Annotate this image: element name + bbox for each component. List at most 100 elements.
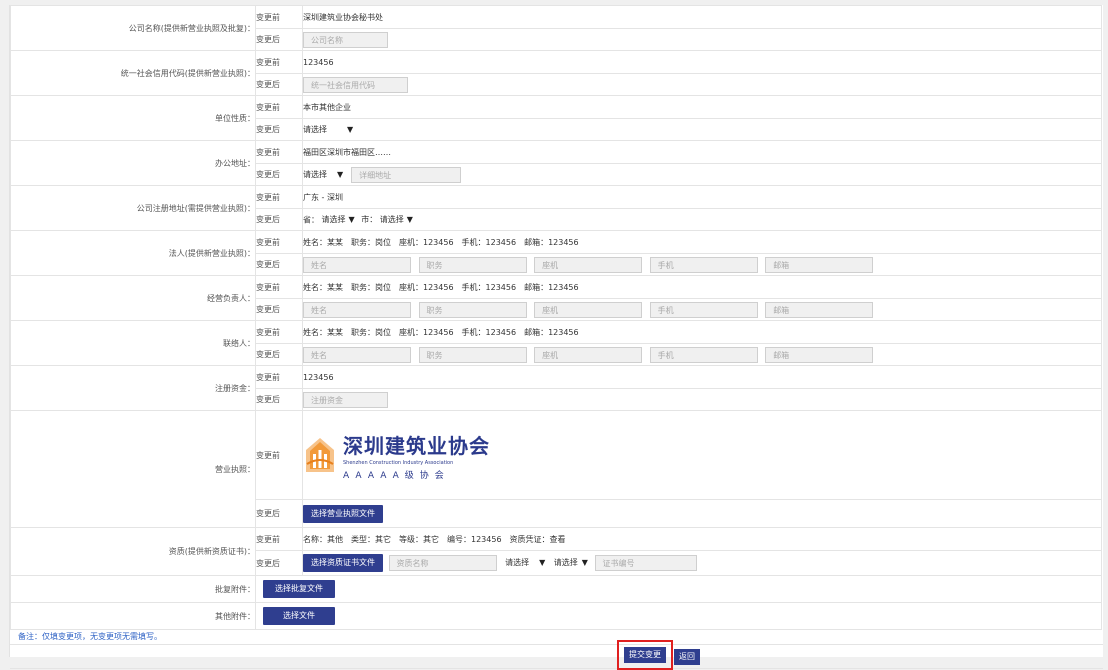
change-form-table: 公司名称(提供新营业执照及批复)： 变更前 深圳建筑业协会秘书处 变更后 公司名… — [10, 5, 1102, 630]
qualification-before-value: 名称：其他 类型：其它 等级：其它 编号：123456 资质凭证：查看 — [302, 527, 1102, 551]
before-label: 变更前 — [255, 230, 303, 254]
select-license-file-button[interactable]: 选择营业执照文件 — [303, 504, 383, 523]
province-select[interactable]: 请选择 ▼ — [322, 213, 355, 227]
reg-address-before-row: 公司注册地址(需提供营业执照)： 变更前 广东 - 深圳 — [10, 185, 1102, 231]
office-address-before-value: 福田区深圳市福田区…… — [302, 140, 1102, 164]
before-label: 变更前 — [255, 527, 303, 551]
before-label: 变更前 — [255, 140, 303, 164]
chevron-down-icon: ▼ — [539, 558, 546, 567]
before-label: 变更前 — [255, 410, 303, 500]
legal-name-input[interactable]: 姓名 — [303, 256, 411, 273]
contact-email-input[interactable]: 邮箱 — [765, 346, 874, 363]
company-name-before-value: 深圳建筑业协会秘书处 — [302, 5, 1102, 29]
contact-phone-input[interactable]: 座机 — [534, 346, 643, 363]
manager-mobile-input[interactable]: 手机 — [649, 301, 758, 318]
change-form-page: 公司名称(提供新营业执照及批复)： 变更前 深圳建筑业协会秘书处 变更后 公司名… — [9, 5, 1103, 670]
legal-person-before-row: 法人(提供新营业执照)： 变更前 姓名：某某 职务：岗位 座机：123456 手… — [10, 230, 1102, 276]
logo-grade: AAAAA级协会 — [343, 470, 450, 481]
chevron-down-icon: ▼ — [337, 169, 344, 179]
approval-label: 批复附件： — [10, 575, 256, 603]
select-value: 请选择 — [553, 558, 578, 567]
qualification-type-select[interactable]: 请选择 ▼ — [505, 556, 545, 570]
select-value: 请选择 — [303, 124, 327, 134]
other-attachment-row: 其他附件： 选择文件 — [10, 602, 1102, 630]
contact-before-value: 姓名：某某 职务：岗位 座机：123456 手机：123456 邮箱：12345… — [302, 320, 1102, 344]
reg-address-before-value: 广东 - 深圳 — [302, 185, 1102, 209]
credit-code-label: 统一社会信用代码(提供新营业执照)： — [10, 50, 256, 96]
before-label: 变更前 — [255, 320, 303, 344]
unit-nature-before-value: 本市其他企业 — [302, 95, 1102, 119]
select-approval-file-button[interactable]: 选择批复文件 — [263, 580, 335, 598]
company-name-input[interactable]: 公司名称 — [303, 31, 388, 48]
license-label: 营业执照： — [10, 410, 256, 528]
company-name-label: 公司名称(提供新营业执照及批复)： — [10, 5, 256, 51]
unit-nature-select[interactable]: 请选择 ▼ — [303, 123, 353, 137]
contact-mobile-input[interactable]: 手机 — [649, 346, 758, 363]
select-value: 请选择 — [379, 214, 404, 224]
unit-nature-label: 单位性质： — [10, 95, 256, 141]
select-other-file-button[interactable]: 选择文件 — [263, 607, 335, 625]
qualification-before-row: 资质(提供新资质证书)： 变更前 名称：其他 类型：其它 等级：其它 编号：12… — [10, 527, 1102, 576]
credit-code-input[interactable]: 统一社会信用代码 — [303, 76, 408, 93]
reg-capital-input[interactable]: 注册资金 — [303, 391, 388, 408]
office-detail-input[interactable]: 详细地址 — [351, 166, 462, 183]
submit-change-button[interactable]: 提交变更 — [624, 647, 666, 663]
approval-row: 批复附件： 选择批复文件 — [10, 575, 1102, 603]
logo-subtitle: Shenzhen Construction Industry Associati… — [343, 459, 454, 466]
before-label: 变更前 — [255, 275, 303, 299]
manager-title-input[interactable]: 职务 — [418, 301, 527, 318]
qualification-label: 资质(提供新资质证书)： — [10, 527, 256, 576]
contact-name-input[interactable]: 姓名 — [303, 346, 411, 363]
other-attachment-label: 其他附件： — [10, 602, 256, 630]
legal-email-input[interactable]: 邮箱 — [765, 256, 874, 273]
credit-code-before-row: 统一社会信用代码(提供新营业执照)： 变更前 123456 — [10, 50, 1102, 96]
contact-before-row: 联络人： 变更前 姓名：某某 职务：岗位 座机：123456 手机：123456… — [10, 320, 1102, 366]
after-label: 变更后 — [255, 343, 303, 366]
after-label: 变更后 — [255, 208, 303, 231]
credit-code-before-value: 123456 — [302, 50, 1102, 74]
certificate-number-input[interactable]: 证书编号 — [594, 555, 697, 571]
contact-title-input[interactable]: 职务 — [418, 346, 527, 363]
office-address-label: 办公地址： — [10, 140, 256, 186]
legal-title-input[interactable]: 职务 — [418, 256, 527, 273]
after-label: 变更后 — [255, 550, 303, 576]
office-address-before-row: 办公地址： 变更前 福田区深圳市福田区…… — [10, 140, 1102, 186]
city-label: 市： — [361, 215, 378, 224]
select-qualification-file-button[interactable]: 选择资质证书文件 — [303, 554, 383, 572]
after-label: 变更后 — [255, 163, 303, 186]
before-label: 变更前 — [255, 185, 303, 209]
before-label: 变更前 — [255, 50, 303, 74]
city-select[interactable]: 请选择 ▼ — [380, 213, 413, 227]
after-label: 变更后 — [255, 298, 303, 321]
license-image: 深圳建筑业协会 Shenzhen Construction Industry A… — [302, 410, 1102, 500]
after-label: 变更后 — [255, 499, 303, 528]
after-label: 变更后 — [255, 28, 303, 51]
unit-nature-before-row: 单位性质： 变更前 本市其他企业 — [10, 95, 1102, 141]
chevron-down-icon: ▼ — [406, 214, 413, 224]
select-value: 请选择 — [303, 169, 327, 179]
reg-address-label: 公司注册地址(需提供营业执照)： — [10, 185, 256, 231]
legal-phone-input[interactable]: 座机 — [534, 256, 643, 273]
qualification-name-input[interactable]: 资质名称 — [388, 555, 497, 571]
legal-mobile-input[interactable]: 手机 — [649, 256, 758, 273]
reg-capital-label: 注册资金： — [10, 365, 256, 411]
qualification-level-select[interactable]: 请选择 ▼ — [554, 556, 588, 570]
manager-name-input[interactable]: 姓名 — [303, 301, 411, 318]
reg-capital-before-row: 注册资金： 变更前 123456 — [10, 365, 1102, 411]
office-district-select[interactable]: 请选择 ▼ — [303, 168, 343, 182]
manager-before-row: 经营负责人： 变更前 姓名：某某 职务：岗位 座机：123456 手机：1234… — [10, 275, 1102, 321]
chevron-down-icon: ▼ — [347, 124, 354, 134]
manager-label: 经营负责人： — [10, 275, 256, 321]
manager-phone-input[interactable]: 座机 — [534, 301, 643, 318]
license-before-row: 营业执照： 变更前 深圳建筑业协会 Shenzhen Construction … — [10, 410, 1102, 528]
chevron-down-icon: ▼ — [348, 214, 355, 224]
reg-capital-before-value: 123456 — [302, 365, 1102, 389]
manager-email-input[interactable]: 邮箱 — [765, 301, 874, 318]
association-emblem-icon — [306, 438, 334, 472]
association-logo: 深圳建筑业协会 Shenzhen Construction Industry A… — [303, 430, 1101, 481]
submit-highlight: 提交变更 — [617, 640, 673, 670]
company-name-before-row: 公司名称(提供新营业执照及批复)： 变更前 深圳建筑业协会秘书处 — [10, 5, 1102, 51]
back-button[interactable]: 返回 — [674, 649, 700, 665]
legal-person-label: 法人(提供新营业执照)： — [10, 230, 256, 276]
before-label: 变更前 — [255, 5, 303, 29]
